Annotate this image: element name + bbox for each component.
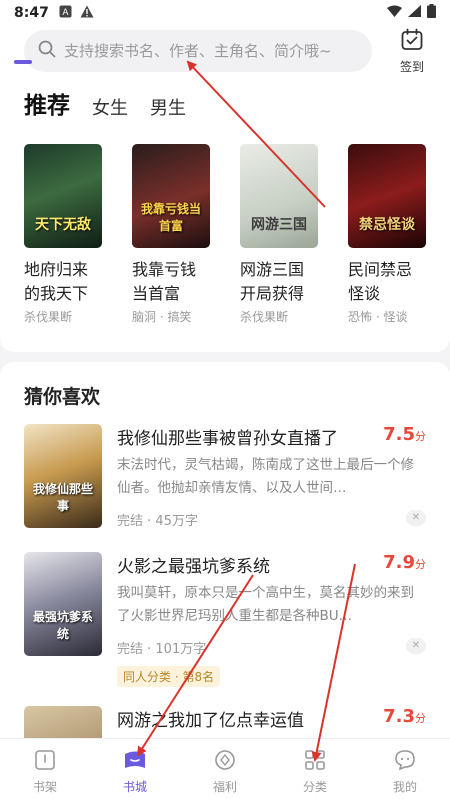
recommend-book[interactable]: 网游三国 网游三国开局获得 杀伐果断 — [240, 144, 318, 325]
nav-label: 书城 — [122, 780, 147, 794]
grid-icon — [304, 749, 326, 775]
recommend-section: 天下无敌 地府归来的我天下 杀伐果断 我靠亏钱当首富 我靠亏钱当首富 脑洞 · … — [0, 126, 450, 352]
nav-label: 福利 — [212, 780, 237, 794]
bookstore-icon — [123, 749, 147, 775]
book-title: 我修仙那些事被曾孙女直播了 — [117, 429, 338, 449]
nav-label: 书架 — [32, 780, 57, 794]
nav-profile[interactable]: 我的 — [360, 739, 450, 799]
nav-label: 分类 — [302, 780, 327, 794]
tab-recommend[interactable]: 推荐 — [24, 86, 70, 120]
category-tabs: 推荐 女生 男生 — [24, 86, 186, 120]
cover-title: 我修仙那些事 — [32, 482, 93, 513]
book-tags: 杀伐果断 — [240, 310, 289, 324]
score-value: 7.5 — [383, 424, 415, 445]
wifi-icon — [387, 5, 402, 21]
status-time: 8:47 — [14, 5, 49, 21]
book-cover: 我修仙那些事 — [24, 424, 102, 528]
book-list-item[interactable]: 我修仙那些事 我修仙那些事被曾孙女直播了 7.5分 末法时代，灵气枯竭，陈南成了… — [24, 424, 426, 534]
book-description: 末法时代，灵气枯竭，陈南成了这世上最后一个修仙者。他抛却亲情友情、以及人世间… — [117, 457, 414, 496]
bookshelf-icon — [34, 749, 56, 775]
search-icon — [38, 40, 56, 62]
book-meta: 完结 · 101万字 — [117, 642, 207, 657]
tab-male[interactable]: 男生 — [150, 94, 186, 120]
score-unit: 分 — [415, 430, 426, 443]
book-list-item[interactable]: 网游之我加了亿点幸运值 7.3分 — [24, 706, 426, 742]
score-unit: 分 — [415, 712, 426, 725]
nav-bookshelf[interactable]: 书架 — [0, 739, 90, 799]
section-title: 猜你喜欢 — [24, 386, 101, 408]
book-cover: 最强坑爹系统 — [24, 552, 102, 656]
book-cover: 网游三国 — [240, 144, 318, 248]
close-icon[interactable]: ✕ — [406, 510, 426, 526]
cover-title: 最强坑爹系统 — [32, 610, 93, 641]
profile-icon — [394, 749, 416, 775]
cover-title: 禁忌怪谈 — [359, 217, 415, 233]
screen: 8:47 A 支持搜索书名、作者、主角名、简介哦~ 签到 推荐 女生 男生 天下… — [0, 0, 450, 799]
cover-title: 网游三国 — [251, 217, 307, 233]
battery-icon — [427, 4, 436, 22]
book-cover: 禁忌怪谈 — [348, 144, 426, 248]
search-input[interactable] — [64, 42, 364, 60]
signal-icon — [408, 5, 421, 21]
book-title: 民间禁忌怪谈 — [348, 260, 413, 303]
recommend-book[interactable]: 天下无敌 地府归来的我天下 杀伐果断 — [24, 144, 102, 325]
book-tags: 脑洞 · 搞笑 — [132, 310, 192, 324]
book-score: 7.3分 — [383, 706, 426, 727]
book-title: 火影之最强坑爹系统 — [117, 557, 270, 577]
close-icon[interactable]: ✕ — [406, 638, 426, 654]
status-bar: 8:47 A — [0, 0, 450, 26]
book-tags: 恐怖 · 怪谈 — [348, 310, 408, 324]
cover-title: 我靠亏钱当首富 — [140, 202, 201, 233]
header: 签到 推荐 女生 男生 — [0, 26, 450, 126]
search-bar[interactable] — [24, 30, 372, 72]
warning-icon — [80, 5, 94, 22]
book-cover: 天下无敌 — [24, 144, 102, 248]
nav-bookstore[interactable]: 书城 — [90, 739, 180, 799]
book-cover: 我靠亏钱当首富 — [132, 144, 210, 248]
book-title: 网游三国开局获得 — [240, 260, 305, 303]
score-value: 7.9 — [383, 552, 415, 573]
a-box-icon: A — [59, 5, 72, 22]
book-score: 7.9分 — [383, 552, 426, 573]
tab-female[interactable]: 女生 — [92, 94, 128, 120]
checkin-label: 签到 — [399, 60, 424, 74]
recommend-book[interactable]: 禁忌怪谈 民间禁忌怪谈 恐怖 · 怪谈 — [348, 144, 426, 325]
book-title: 地府归来的我天下 — [24, 260, 89, 303]
book-cover — [24, 706, 102, 742]
nav-category[interactable]: 分类 — [270, 739, 360, 799]
tab-indicator — [14, 60, 32, 64]
book-tags: 杀伐果断 — [24, 310, 73, 324]
book-title: 网游之我加了亿点幸运值 — [117, 711, 304, 731]
checkin-button[interactable]: 签到 — [392, 28, 432, 76]
book-score: 7.5分 — [383, 424, 426, 445]
calendar-check-icon — [400, 28, 424, 56]
book-title: 我靠亏钱当首富 — [132, 260, 197, 303]
cover-title: 天下无敌 — [35, 217, 91, 233]
coin-icon — [214, 749, 236, 775]
book-description: 我叫莫轩，原本只是一个高中生，莫名其妙的来到了火影世界尼玛别人重生都是各种BU… — [117, 585, 414, 624]
book-list-item[interactable]: 最强坑爹系统 火影之最强坑爹系统 7.9分 我叫莫轩，原本只是一个高中生，莫名其… — [24, 552, 426, 687]
bottom-nav: 书架 书城 福利 分类 我的 — [0, 738, 450, 799]
svg-text:A: A — [62, 8, 69, 18]
book-meta: 完结 · 45万字 — [117, 514, 198, 529]
recommend-book[interactable]: 我靠亏钱当首富 我靠亏钱当首富 脑洞 · 搞笑 — [132, 144, 210, 325]
rank-badge: 同人分类 · 第8名 — [117, 666, 221, 687]
nav-welfare[interactable]: 福利 — [180, 739, 270, 799]
recommend-grid: 天下无敌 地府归来的我天下 杀伐果断 我靠亏钱当首富 我靠亏钱当首富 脑洞 · … — [24, 144, 426, 325]
guess-section: 猜你喜欢 我修仙那些事 我修仙那些事被曾孙女直播了 7.5分 末法时代，灵气枯竭… — [0, 362, 450, 742]
score-value: 7.3 — [383, 706, 415, 727]
score-unit: 分 — [415, 558, 426, 571]
nav-label: 我的 — [392, 780, 417, 794]
